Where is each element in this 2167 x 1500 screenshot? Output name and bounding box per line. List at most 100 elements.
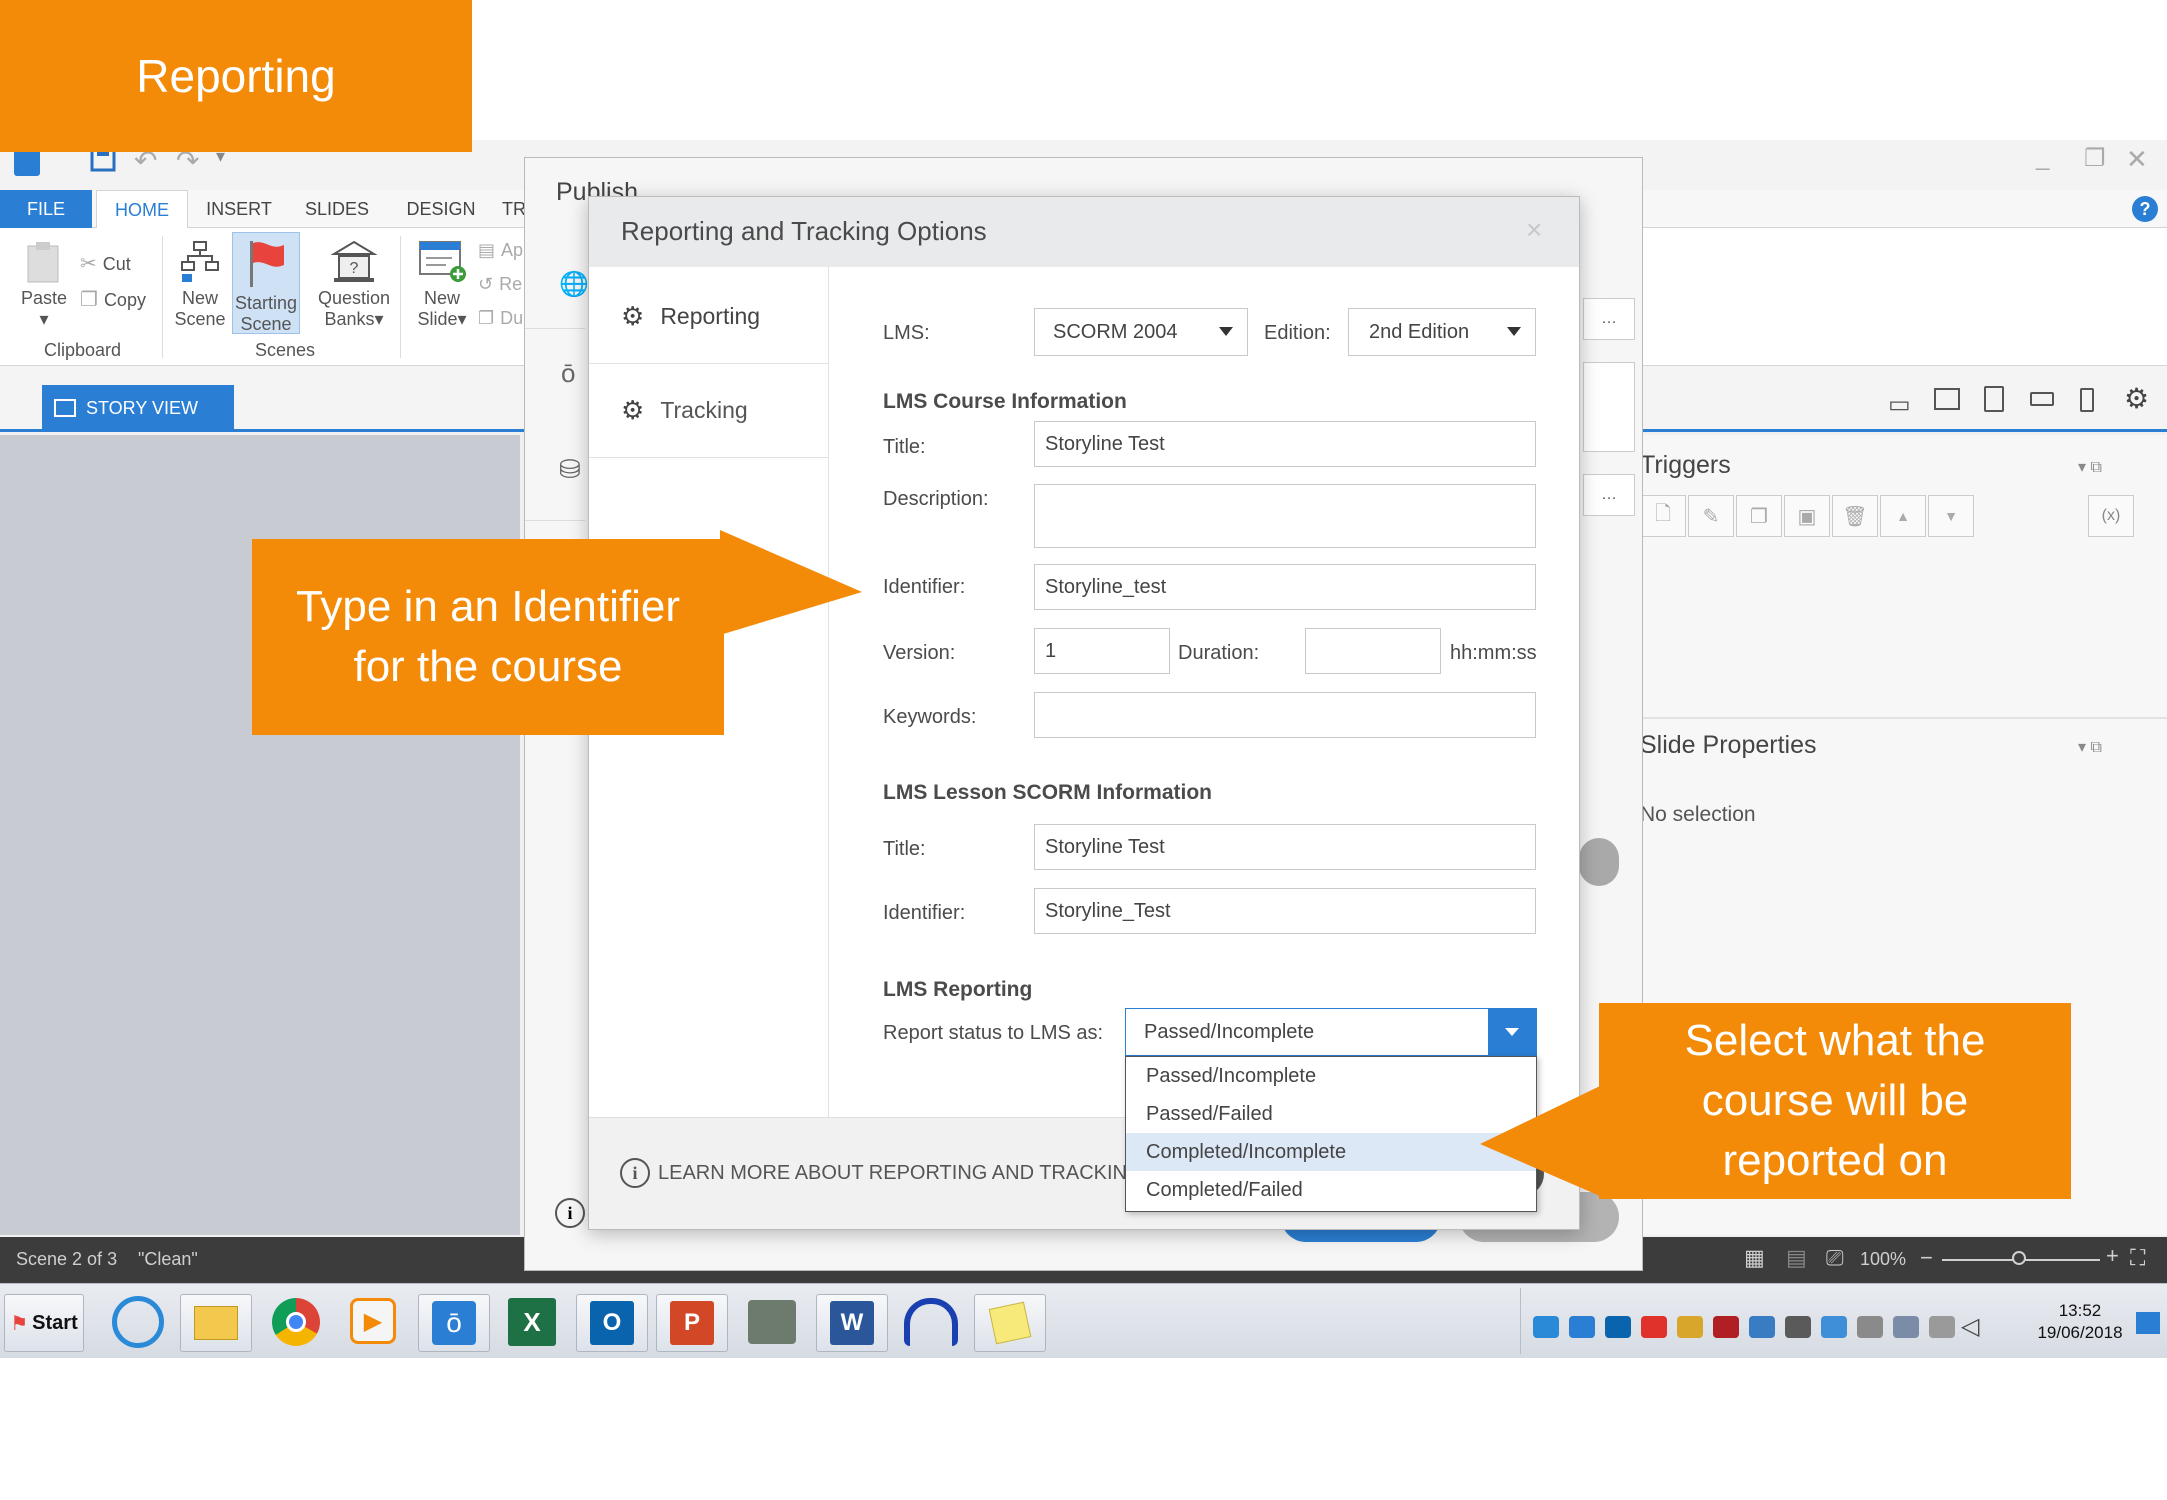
zoom-in-icon[interactable]: +	[2106, 1243, 2119, 1269]
excel-icon[interactable]: X	[508, 1298, 556, 1346]
word-icon[interactable]: W	[816, 1294, 888, 1352]
close-window-icon[interactable]: ✕	[2126, 144, 2148, 175]
database-icon[interactable]: ⛁	[559, 454, 581, 485]
phone-portrait-icon[interactable]	[2080, 388, 2094, 412]
bluetooth-tray-icon[interactable]	[1821, 1316, 1847, 1338]
nav-tracking[interactable]: ⚙ Tracking	[589, 364, 829, 458]
lesson-title-input[interactable]: Storyline Test	[1034, 824, 1536, 870]
publish-toggle[interactable]	[1579, 838, 1619, 886]
version-input[interactable]: 1	[1034, 628, 1170, 674]
browse-button[interactable]: …	[1583, 298, 1635, 340]
close-icon[interactable]: ×	[1526, 214, 1542, 246]
report-status-select[interactable]: Passed/Incomplete	[1125, 1008, 1537, 1056]
description-input[interactable]	[1034, 484, 1536, 548]
option-passed-incomplete[interactable]: Passed/Incomplete	[1126, 1057, 1536, 1095]
web-publish-icon[interactable]: 🌐	[559, 270, 589, 299]
variables-icon[interactable]: (x)	[2088, 495, 2134, 537]
security-lock-icon[interactable]	[1677, 1316, 1703, 1338]
move-down-icon[interactable]: ▼	[1928, 495, 1974, 537]
powerpoint-icon[interactable]: P	[656, 1294, 728, 1352]
tab-insert[interactable]: INSERT	[200, 190, 278, 228]
edition-label: Edition:	[1264, 322, 1331, 344]
network-tray-icon[interactable]	[1893, 1316, 1919, 1338]
tab-slides[interactable]: SLIDES	[298, 190, 376, 228]
outlook-icon[interactable]: O	[576, 1294, 648, 1352]
copy-trigger-icon[interactable]: ❐	[1736, 495, 1782, 537]
question-banks-button[interactable]: ? Question Banks▾	[314, 240, 394, 330]
paste-trigger-icon[interactable]: ▣	[1784, 495, 1830, 537]
minimize-icon[interactable]: _	[2036, 144, 2049, 172]
duplicate-button[interactable]: ❐ Du	[478, 308, 523, 329]
delete-trigger-icon[interactable]: 🗑	[1832, 495, 1878, 537]
notification-tray-icon[interactable]	[1641, 1316, 1667, 1338]
outlook-tray-icon[interactable]	[1605, 1316, 1631, 1338]
power-tray-icon[interactable]	[1929, 1316, 1955, 1338]
onedrive-icon[interactable]	[1569, 1316, 1595, 1338]
start-button[interactable]: ⚑ Start	[4, 1294, 84, 1352]
move-up-icon[interactable]: ▲	[1880, 495, 1926, 537]
copy-button[interactable]: ❐ Copy	[80, 290, 146, 311]
tab-file[interactable]: FILE	[0, 190, 92, 228]
help-icon[interactable]: ?	[2132, 196, 2158, 222]
story-view-grid-icon[interactable]: ▦	[1744, 1245, 1765, 1271]
publish-info-icon[interactable]: i	[555, 1198, 585, 1228]
paste-button[interactable]: Paste ▾	[18, 240, 70, 330]
starting-scene-button[interactable]: Starting Scene	[232, 232, 300, 334]
edit-trigger-icon[interactable]: ✎	[1688, 495, 1734, 537]
zoom-slider-thumb[interactable]	[2012, 1251, 2026, 1265]
zoom-out-icon[interactable]: −	[1920, 1245, 1933, 1271]
fit-window-icon[interactable]: ⛶	[2130, 1245, 2145, 1271]
restore-icon[interactable]: ❐	[2084, 144, 2106, 173]
keywords-input[interactable]	[1034, 692, 1536, 738]
audio-editor-icon[interactable]	[904, 1298, 958, 1346]
signal-strength-icon[interactable]	[1857, 1316, 1883, 1338]
file-explorer-icon[interactable]	[180, 1294, 252, 1352]
story-view-tab[interactable]: STORY VIEW	[42, 385, 234, 432]
desktop-preview-icon[interactable]: ▭	[1888, 390, 1911, 419]
sync-tray-icon[interactable]	[1785, 1316, 1811, 1338]
phone-landscape-icon[interactable]	[2030, 392, 2054, 406]
media-player-icon[interactable]: ▶	[350, 1298, 396, 1344]
network-globe-icon[interactable]	[1749, 1316, 1775, 1338]
normal-view-icon[interactable]: ▤	[1786, 1245, 1807, 1271]
slide-properties-collapse-icon[interactable]: ▾ ⧉	[2078, 737, 2102, 757]
nav-reporting[interactable]: ⚙ Reporting	[589, 270, 829, 364]
show-desktop-icon[interactable]	[2136, 1312, 2160, 1334]
option-completed-incomplete[interactable]: Completed/Incomplete	[1126, 1133, 1536, 1171]
storyline-taskbar-icon[interactable]: ō	[418, 1294, 490, 1352]
lms-select[interactable]: SCORM 2004	[1034, 308, 1248, 356]
tab-home[interactable]: HOME	[96, 190, 188, 229]
preview-icon[interactable]: ⎚	[1826, 1245, 1844, 1271]
course-title-input[interactable]: Storyline Test	[1034, 421, 1536, 467]
triggers-collapse-icon[interactable]: ▾ ⧉	[2078, 457, 2102, 477]
clock[interactable]: 13:52 19/06/2018	[2030, 1300, 2130, 1344]
option-passed-failed[interactable]: Passed/Failed	[1126, 1095, 1536, 1133]
option-completed-failed[interactable]: Completed/Failed	[1126, 1171, 1536, 1209]
tablet-landscape-icon[interactable]	[1934, 388, 1960, 410]
learn-more-link[interactable]: i LEARN MORE ABOUT REPORTING AND TRACKIN…	[620, 1158, 1143, 1188]
remote-desktop-icon[interactable]	[748, 1300, 796, 1344]
tablet-portrait-icon[interactable]	[1984, 386, 2004, 412]
sticky-notes-icon[interactable]	[974, 1294, 1046, 1352]
dropdown-toggle[interactable]	[1488, 1009, 1536, 1055]
cut-button[interactable]: ✂ Cut	[80, 254, 131, 275]
duration-input[interactable]	[1305, 628, 1441, 674]
new-trigger-icon[interactable]: 🗋	[1640, 495, 1686, 537]
new-slide-button[interactable]: New Slide▾	[410, 240, 474, 330]
new-scene-button[interactable]: New Scene	[172, 240, 228, 330]
tab-transitions[interactable]: TR	[502, 190, 526, 228]
edition-select[interactable]: 2nd Edition	[1348, 308, 1536, 356]
reset-button[interactable]: ↺ Re	[478, 274, 522, 295]
antivirus-shield-icon[interactable]	[1713, 1316, 1739, 1338]
identifier-input[interactable]: Storyline_test	[1034, 564, 1536, 610]
lesson-identifier-input[interactable]: Storyline_Test	[1034, 888, 1536, 934]
tab-design[interactable]: DESIGN	[400, 190, 482, 228]
browse-button-2[interactable]: …	[1583, 474, 1635, 516]
apply-button[interactable]: ▤ Ap	[478, 240, 523, 261]
internet-explorer-icon[interactable]	[112, 1296, 164, 1348]
chrome-icon[interactable]	[272, 1298, 320, 1346]
volume-icon[interactable]: ◁	[1961, 1312, 1979, 1341]
skype-icon[interactable]	[1533, 1316, 1559, 1338]
gear-icon[interactable]: ⚙	[2124, 382, 2149, 415]
lms-publish-icon[interactable]: ō	[561, 358, 575, 389]
